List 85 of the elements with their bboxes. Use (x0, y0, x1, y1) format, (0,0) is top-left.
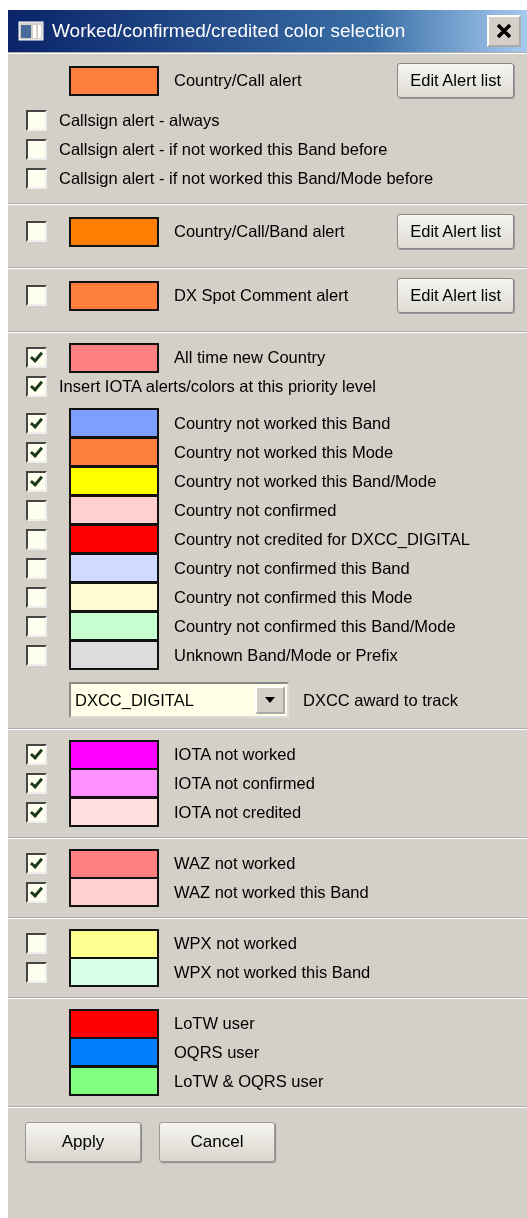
color-swatch[interactable] (69, 768, 159, 798)
checkbox[interactable] (26, 413, 47, 434)
color-swatch[interactable] (69, 797, 159, 827)
edit-alert-button[interactable]: Edit Alert list (397, 63, 514, 98)
color-swatch[interactable] (69, 1037, 159, 1067)
color-label: WPX not worked this Band (174, 962, 371, 984)
checkbox[interactable] (26, 853, 47, 874)
checkbox-label: Callsign alert - if not worked this Band/Mode before (59, 168, 434, 190)
color-swatch[interactable] (69, 1066, 159, 1096)
checkbox[interactable] (26, 168, 47, 189)
checkbox[interactable] (26, 882, 47, 903)
color-swatch[interactable] (69, 957, 159, 987)
color-swatch[interactable] (69, 342, 159, 373)
color-swatch[interactable] (69, 582, 159, 612)
checkbox[interactable] (26, 110, 47, 131)
color-swatch[interactable] (69, 280, 159, 311)
color-label: Unknown Band/Mode or Prefix (174, 645, 398, 667)
dropdown-label: DXCC award to track (303, 689, 458, 711)
edit-alert-button[interactable]: Edit Alert list (397, 278, 514, 313)
color-swatch[interactable] (69, 640, 159, 670)
checkbox[interactable] (26, 285, 47, 306)
color-swatch[interactable] (69, 466, 159, 496)
color-label: OQRS user (174, 1042, 260, 1064)
checkbox-label: Callsign alert - if not worked this Band before (59, 139, 388, 161)
checkbox[interactable] (26, 616, 47, 637)
checkbox-label: Callsign alert - always (59, 110, 220, 132)
color-swatch[interactable] (69, 611, 159, 641)
color-label: LoTW user (174, 1013, 255, 1035)
window-title: Worked/confirmed/credited color selection (52, 18, 407, 43)
color-label: Country/Call alert (174, 70, 302, 92)
color-label: Country not confirmed (174, 500, 337, 522)
checkbox[interactable] (26, 645, 47, 666)
edit-alert-button[interactable]: Edit Alert list (397, 214, 514, 249)
color-swatch[interactable] (69, 437, 159, 467)
checkbox[interactable] (26, 442, 47, 463)
color-label: DX Spot Comment alert (174, 285, 349, 307)
checkbox[interactable] (26, 529, 47, 550)
color-label: WPX not worked (174, 933, 297, 955)
color-swatch[interactable] (69, 495, 159, 525)
color-label: All time new Country (174, 347, 326, 369)
color-swatch[interactable] (69, 1008, 159, 1039)
color-swatch[interactable] (69, 848, 159, 879)
close-button[interactable] (487, 15, 521, 47)
checkbox[interactable] (26, 933, 47, 954)
color-swatch[interactable] (69, 216, 159, 247)
color-label: WAZ not worked this Band (174, 882, 369, 904)
color-label: WAZ not worked (174, 853, 296, 875)
color-label: IOTA not credited (174, 802, 302, 824)
checkbox[interactable] (26, 773, 47, 794)
cancel-button[interactable]: Cancel (159, 1122, 275, 1162)
checkbox[interactable] (26, 221, 47, 242)
color-swatch[interactable] (69, 524, 159, 554)
caret-icon (264, 696, 276, 704)
color-swatch[interactable] (69, 408, 159, 438)
color-label: Country not confirmed this Band (174, 558, 410, 580)
color-label: Country not worked this Mode (174, 442, 394, 464)
apply-button[interactable]: Apply (25, 1122, 141, 1162)
color-label: Country not worked this Band/Mode (174, 471, 437, 493)
checkbox[interactable] (26, 744, 47, 765)
window-icon (18, 21, 44, 41)
color-label: Country not worked this Band (174, 413, 391, 435)
color-label: Country not confirmed this Mode (174, 587, 413, 609)
color-label: Country not credited for DXCC_DIGITAL (174, 529, 470, 551)
award-dropdown[interactable]: DXCC_DIGITAL (69, 682, 289, 718)
checkbox[interactable] (26, 558, 47, 579)
color-label: IOTA not confirmed (174, 773, 315, 795)
color-label: Country not confirmed this Band/Mode (174, 616, 456, 638)
color-label: IOTA not worked (174, 744, 296, 766)
close-icon (495, 22, 513, 40)
checkbox[interactable] (26, 500, 47, 521)
color-swatch[interactable] (69, 65, 159, 96)
color-swatch[interactable] (69, 553, 159, 583)
color-label: Country/Call/Band alert (174, 221, 345, 243)
checkbox[interactable] (26, 962, 47, 983)
color-swatch[interactable] (69, 739, 159, 770)
color-swatch[interactable] (69, 928, 159, 959)
checkbox-label: Insert IOTA alerts/colors at this priority level (59, 376, 376, 398)
checkbox[interactable] (26, 471, 47, 492)
color-label: LoTW & OQRS user (174, 1071, 324, 1093)
color-swatch[interactable] (69, 877, 159, 907)
checkbox[interactable] (26, 347, 47, 368)
checkbox[interactable] (26, 139, 47, 160)
checkbox[interactable] (26, 587, 47, 608)
checkbox[interactable] (26, 802, 47, 823)
checkbox[interactable] (26, 376, 47, 397)
